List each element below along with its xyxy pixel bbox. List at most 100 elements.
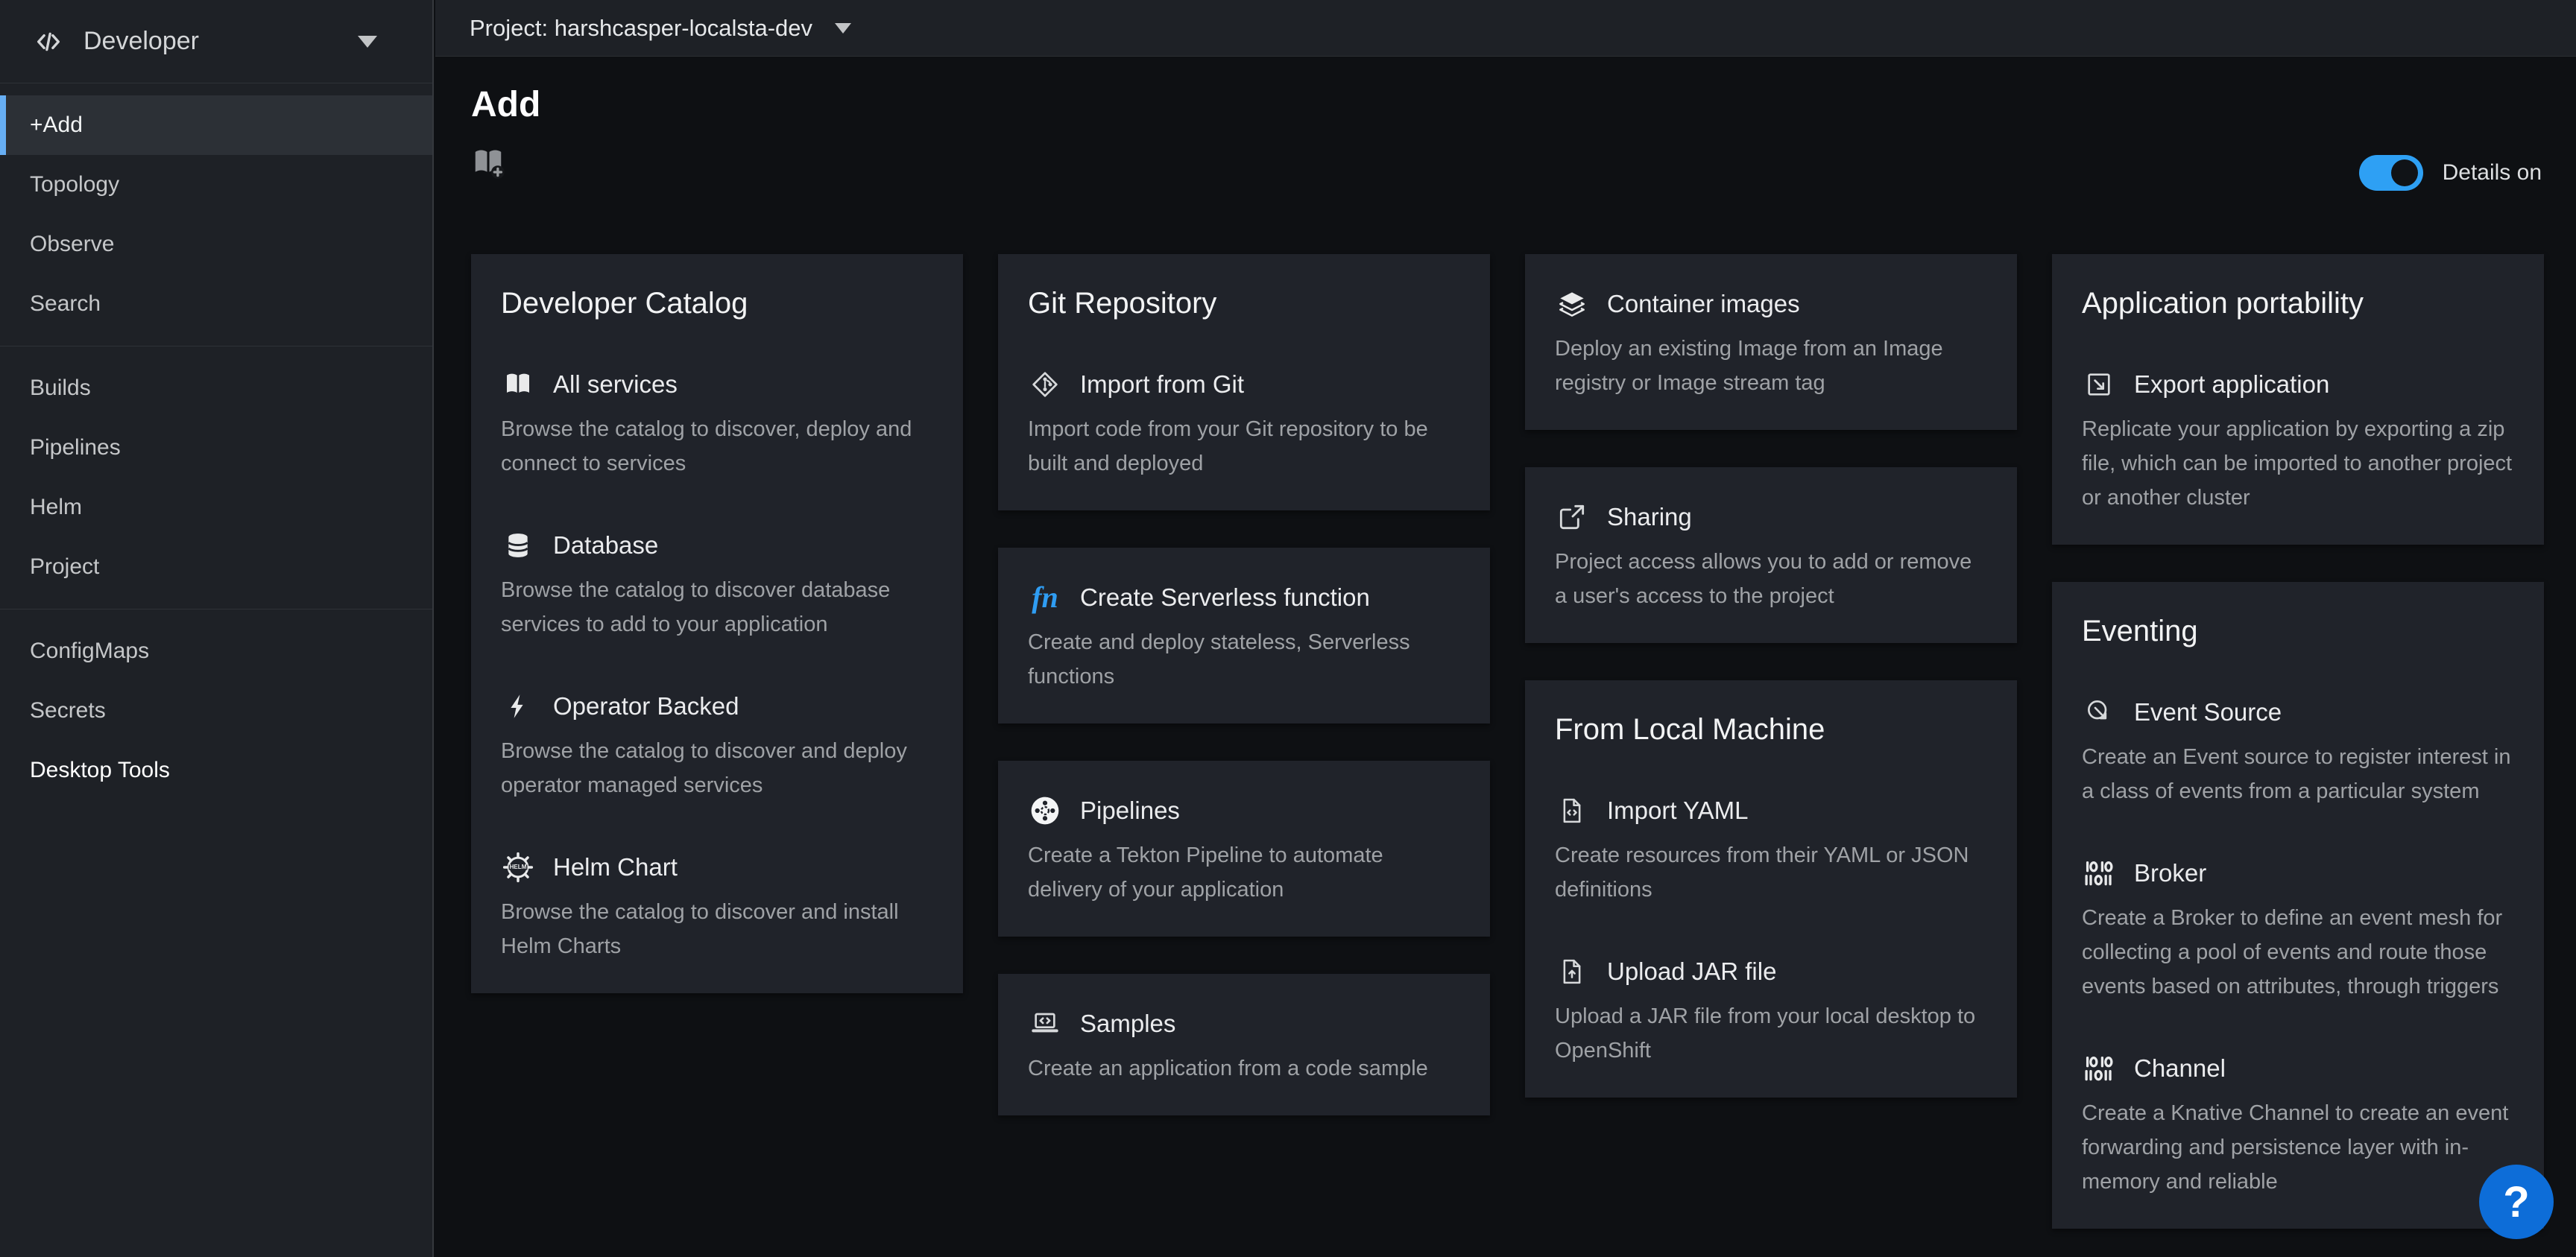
details-toggle[interactable]	[2359, 155, 2423, 191]
item-title: Import from Git	[1080, 370, 1244, 399]
add-item-export-application[interactable]: Export application Replicate your applic…	[2082, 367, 2514, 515]
page-title: Add	[471, 84, 2542, 126]
item-description: Deploy an existing Image from an Image r…	[1555, 332, 1987, 400]
details-toggle-row: Details on	[2359, 155, 2542, 191]
page-header: Add Details on	[435, 57, 2576, 180]
item-title: Operator Backed	[553, 692, 739, 721]
card-title-git-repository: Git Repository	[1028, 287, 1460, 320]
item-description: Create an Event source to register inter…	[2082, 740, 2514, 808]
sidebar-item-topology[interactable]: Topology	[0, 155, 432, 215]
add-item-container-images[interactable]: Container images Deploy an existing Imag…	[1555, 287, 1987, 400]
item-title: Upload JAR file	[1607, 957, 1776, 986]
perspective-switcher[interactable]: Developer	[0, 0, 432, 83]
item-description: Upload a JAR file from your local deskto…	[1555, 999, 1987, 1068]
item-description: Browse the catalog to discover and deplo…	[501, 734, 933, 802]
add-item-import-yaml[interactable]: Import YAML Create resources from their …	[1555, 794, 1987, 907]
add-item-database[interactable]: Database Browse the catalog to discover …	[501, 528, 933, 642]
details-toggle-label: Details on	[2443, 160, 2542, 186]
sidebar-item-configmaps[interactable]: ConfigMaps	[0, 621, 432, 681]
function-icon: fn	[1028, 580, 1062, 615]
sidebar-item-helm[interactable]: Helm	[0, 478, 432, 537]
file-upload-icon	[1555, 954, 1589, 989]
card-samples: Samples Create an application from a cod…	[998, 974, 1490, 1115]
svg-text:HELM: HELM	[510, 864, 527, 870]
sidebar-item-search[interactable]: Search	[0, 274, 432, 334]
item-title: Event Source	[2134, 698, 2282, 726]
sidebar-item-pipelines[interactable]: Pipelines	[0, 418, 432, 478]
sidebar-item-project[interactable]: Project	[0, 537, 432, 597]
sidebar-item-builds[interactable]: Builds	[0, 358, 432, 418]
sidebar-item-observe[interactable]: Observe	[0, 215, 432, 274]
broker-icon	[2082, 856, 2116, 890]
project-selector-label: Project: harshcasper-localsta-dev	[470, 15, 812, 42]
item-description: Browse the catalog to discover and insta…	[501, 895, 933, 963]
sidebar: Developer +Add Topology Observe Search B…	[0, 0, 434, 1257]
add-item-import-from-git[interactable]: Import from Git Import code from your Gi…	[1028, 367, 1460, 481]
catalog-plus-icon[interactable]	[471, 145, 505, 180]
item-title: Samples	[1080, 1010, 1175, 1038]
card-container-images: Container images Deploy an existing Imag…	[1525, 254, 2017, 430]
add-item-event-source[interactable]: Event Source Create an Event source to r…	[2082, 695, 2514, 808]
add-item-operator-backed[interactable]: Operator Backed Browse the catalog to di…	[501, 689, 933, 802]
item-title: Database	[553, 531, 658, 560]
item-title: Create Serverless function	[1080, 583, 1370, 612]
git-icon	[1028, 367, 1062, 402]
card-title-developer-catalog: Developer Catalog	[501, 287, 933, 320]
topbar: Project: harshcasper-localsta-dev	[435, 0, 2576, 57]
item-title: Channel	[2134, 1054, 2226, 1083]
database-icon	[501, 528, 535, 563]
sidebar-item-add[interactable]: +Add	[0, 95, 432, 155]
item-title: Helm Chart	[553, 853, 678, 881]
channel-icon	[2082, 1051, 2116, 1086]
item-title: Import YAML	[1607, 797, 1749, 825]
bolt-icon	[501, 689, 535, 724]
sidebar-item-secrets[interactable]: Secrets	[0, 681, 432, 741]
add-item-channel[interactable]: Channel Create a Knative Channel to crea…	[2082, 1051, 2514, 1199]
item-description: Create a Tekton Pipeline to automate del…	[1028, 838, 1460, 907]
item-title: Export application	[2134, 370, 2329, 399]
event-source-icon	[2082, 695, 2116, 729]
share-icon	[1555, 500, 1589, 534]
add-item-helm-chart[interactable]: HELM Helm Chart Browse the catalog to di…	[501, 850, 933, 963]
grid-column-2: Git Repository Import from Git Import co	[998, 254, 1490, 1115]
item-description: Browse the catalog to discover database …	[501, 573, 933, 642]
item-description: Browse the catalog to discover, deploy a…	[501, 412, 933, 481]
item-description: Create a Knative Channel to create an ev…	[2082, 1096, 2514, 1199]
nav-group-config: ConfigMaps Secrets Desktop Tools	[0, 609, 432, 812]
sidebar-item-desktop-tools[interactable]: Desktop Tools	[0, 741, 432, 800]
sidebar-nav: +Add Topology Observe Search Builds Pipe…	[0, 83, 432, 812]
card-title-application-portability: Application portability	[2082, 287, 2514, 320]
item-description: Create an application from a code sample	[1028, 1051, 1460, 1086]
add-item-create-serverless-function[interactable]: fn Create Serverless function Create and…	[1028, 580, 1460, 694]
caret-down-icon	[835, 23, 851, 34]
item-description: Project access allows you to add or remo…	[1555, 545, 1987, 613]
card-git-repository: Git Repository Import from Git Import co	[998, 254, 1490, 510]
project-selector[interactable]: Project: harshcasper-localsta-dev	[470, 15, 851, 42]
add-page: Add Details on Developer Catalog	[435, 57, 2576, 1257]
card-eventing: Eventing Event Source Create an Event so…	[2052, 582, 2544, 1229]
add-item-upload-jar-file[interactable]: Upload JAR file Upload a JAR file from y…	[1555, 954, 1987, 1068]
card-developer-catalog: Developer Catalog All services Browse th…	[471, 254, 963, 993]
caret-down-icon	[358, 36, 377, 48]
helm-icon: HELM	[501, 850, 535, 884]
item-description: Create and deploy stateless, Serverless …	[1028, 625, 1460, 694]
item-title: Broker	[2134, 859, 2206, 887]
help-button[interactable]: ?	[2479, 1165, 2554, 1239]
add-item-samples[interactable]: Samples Create an application from a cod…	[1028, 1007, 1460, 1086]
card-title-eventing: Eventing	[2082, 615, 2514, 648]
add-item-sharing[interactable]: Sharing Project access allows you to add…	[1555, 500, 1987, 613]
item-title: All services	[553, 370, 678, 399]
add-item-broker[interactable]: Broker Create a Broker to define an even…	[2082, 856, 2514, 1004]
item-description: Create a Broker to define an event mesh …	[2082, 901, 2514, 1004]
add-item-pipelines[interactable]: Pipelines Create a Tekton Pipeline to au…	[1028, 794, 1460, 907]
pipelines-icon	[1028, 794, 1062, 828]
item-title: Pipelines	[1080, 797, 1180, 825]
book-icon	[501, 367, 535, 402]
perspective-label: Developer	[83, 27, 199, 56]
card-application-portability: Application portability Export applicati…	[2052, 254, 2544, 545]
grid-column-3: Container images Deploy an existing Imag…	[1525, 254, 2017, 1098]
item-description: Replicate your application by exporting …	[2082, 412, 2514, 515]
nav-group-main: +Add Topology Observe Search	[0, 83, 432, 346]
grid-column-1: Developer Catalog All services Browse th…	[471, 254, 963, 993]
add-item-all-services[interactable]: All services Browse the catalog to disco…	[501, 367, 933, 481]
